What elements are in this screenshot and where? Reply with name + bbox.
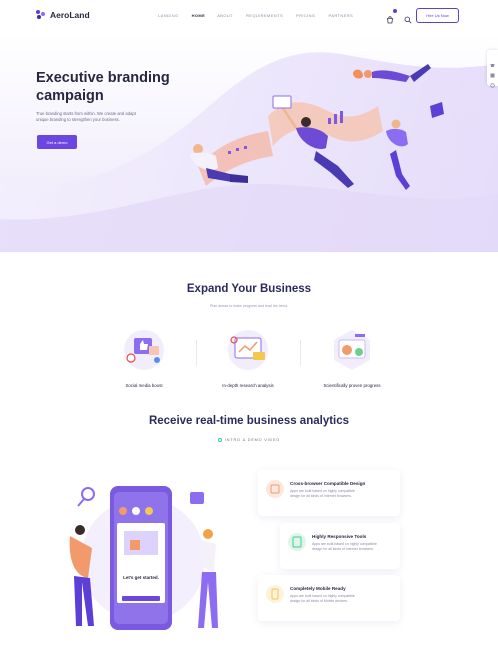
hero-illustration (190, 64, 444, 190)
tools-icon (288, 533, 306, 551)
expand-section-title: Expand Your Business (186, 283, 312, 295)
brand-name: AeroLand (50, 10, 90, 20)
nav-item-partners[interactable]: PARTNERS (328, 13, 353, 18)
play-icon (217, 438, 222, 442)
feature-progress: Scientifically proven progress (307, 326, 397, 388)
divider (300, 340, 301, 366)
header-icons (386, 9, 412, 24)
feature-card-mobile: Completely Mobile Ready Apps are built b… (258, 575, 400, 621)
side-toolbar (487, 50, 498, 88)
intro-video-link[interactable]: INTRO & DEMO VIDEO (0, 438, 498, 442)
feature-label: In-depth research analysis (222, 383, 274, 388)
settings-icon[interactable] (490, 75, 495, 88)
card-text: Apps are built based on highly compatibl… (312, 542, 377, 551)
expand-section-subtitle: Plan ahead to make progress and lead the… (210, 304, 288, 308)
mobile-icon (266, 585, 284, 603)
brand-logo[interactable]: AeroLand (36, 10, 90, 20)
nav-item-landing[interactable]: LANDING (158, 13, 179, 18)
feature-card-responsive: Highly Responsive Tools Apps are built b… (280, 523, 400, 569)
social-media-illustration (124, 330, 164, 370)
divider (196, 340, 197, 366)
hire-us-button[interactable]: Hire Us Now (416, 8, 459, 23)
layers-icon[interactable] (490, 65, 495, 78)
feature-label: Scientifically proven progress (323, 383, 381, 388)
analytics-section-title: Receive real-time business analytics (148, 415, 350, 427)
browser-icon (266, 480, 284, 498)
nav-item-requirements[interactable]: REQUIREMENTS (246, 13, 283, 18)
site-header: AeroLand LANDING HOME ABOUT REQUIREMENTS… (0, 0, 498, 34)
phone-greeting: Let's get started. (123, 575, 159, 580)
intro-video-label: INTRO & DEMO VIDEO (224, 438, 281, 442)
feature-research: In-depth research analysis (203, 326, 293, 388)
card-title: Cross-browser Compatible Design (290, 481, 366, 486)
card-text: Apps are built based on highly compatibl… (290, 489, 355, 498)
research-illustration (228, 330, 268, 370)
cart-icon[interactable] (490, 55, 495, 67)
progress-illustration (334, 330, 370, 370)
feature-social-media: Social media boost (99, 326, 189, 388)
get-demo-button[interactable]: Get a demo (37, 135, 77, 149)
feature-label: Social media boost (125, 383, 163, 388)
main-nav: LANDING HOME ABOUT REQUIREMENTS PRICING … (158, 13, 353, 18)
card-title: Highly Responsive Tools (312, 534, 367, 539)
nav-item-home[interactable]: HOME (192, 13, 206, 18)
logo-mark-icon (36, 10, 46, 20)
hero-title: Executive branding campaign (36, 70, 170, 104)
search-icon[interactable] (404, 11, 412, 24)
hero-subtitle: True branding starts from within. We cre… (36, 111, 136, 123)
feature-card-cross-browser: Cross-browser Compatible Design Apps are… (258, 470, 400, 516)
nav-item-about[interactable]: ABOUT (217, 13, 233, 18)
analytics-illustration: Let's get started. (69, 486, 218, 630)
cart-icon[interactable] (386, 9, 397, 24)
card-text: Apps are built based on highly compatibl… (290, 594, 355, 603)
card-title: Completely Mobile Ready (290, 586, 346, 591)
nav-item-pricing[interactable]: PRICING (296, 13, 315, 18)
